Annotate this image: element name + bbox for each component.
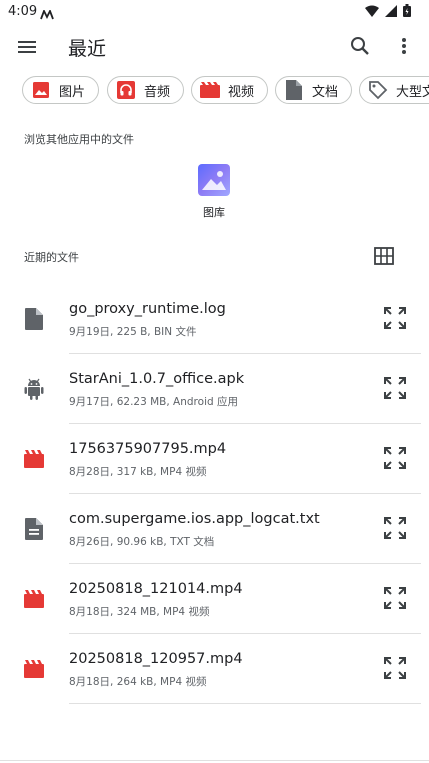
expand-icon [384, 657, 406, 679]
movie-icon [24, 448, 44, 470]
gallery-label: 图库 [203, 206, 225, 219]
file-meta: 8月18日, 324 MB, MP4 视频 [69, 606, 210, 618]
file-name: 1756375907795.mp4 [69, 441, 227, 457]
expand-button[interactable] [383, 656, 407, 680]
headphones-icon [116, 80, 136, 100]
android-icon [24, 378, 44, 400]
file-row[interactable]: com.supergame.ios.app_logcat.txt 8月26日, … [0, 494, 429, 564]
file-icon [24, 308, 44, 330]
chip-images[interactable]: 图片 [22, 76, 99, 104]
file-meta: 8月18日, 264 kB, MP4 视频 [69, 676, 207, 688]
movie-icon [200, 80, 220, 100]
notification-icon [40, 5, 54, 24]
grid-view-button[interactable] [374, 247, 394, 265]
status-icons [365, 4, 411, 17]
expand-button[interactable] [383, 306, 407, 330]
expand-icon [384, 307, 406, 329]
document-icon [284, 80, 304, 100]
gallery-app-button[interactable]: 图库 [190, 164, 238, 220]
recent-files-heading: 近期的文件 [24, 251, 79, 264]
chip-large-files[interactable]: 大型文 [359, 76, 429, 104]
file-row[interactable]: 1756375907795.mp4 8月28日, 317 kB, MP4 视频 [0, 424, 429, 494]
file-meta: 9月19日, 225 B, BIN 文件 [69, 326, 197, 338]
tag-icon [368, 80, 388, 100]
file-name: StarAni_1.0.7_office.apk [69, 371, 245, 387]
file-name: com.supergame.ios.app_logcat.txt [69, 511, 320, 527]
battery-icon [403, 4, 411, 17]
divider [69, 703, 421, 704]
expand-button[interactable] [383, 446, 407, 470]
search-button[interactable] [348, 34, 372, 58]
status-time: 4:09 [8, 4, 38, 19]
chip-label: 音频 [144, 84, 171, 100]
expand-icon [384, 377, 406, 399]
movie-icon [24, 658, 44, 680]
wifi-icon [365, 5, 379, 17]
more-options-button[interactable] [392, 34, 416, 58]
gallery-icon [198, 164, 230, 196]
expand-button[interactable] [383, 376, 407, 400]
grid-view-icon [374, 247, 394, 265]
file-name: go_proxy_runtime.log [69, 301, 226, 317]
movie-icon [24, 588, 44, 610]
more-vert-icon [402, 38, 406, 54]
file-meta: 9月17日, 62.23 MB, Android 应用 [69, 396, 238, 408]
chip-label: 文档 [312, 84, 339, 100]
file-meta: 8月26日, 90.96 kB, TXT 文档 [69, 536, 215, 548]
expand-icon [384, 447, 406, 469]
image-icon [31, 80, 51, 100]
chip-label: 大型文 [396, 84, 429, 100]
app-bar: 最近 [0, 24, 429, 70]
chip-videos[interactable]: 视频 [191, 76, 268, 104]
signal-icon [385, 4, 397, 17]
file-row[interactable]: 20250818_120957.mp4 8月18日, 264 kB, MP4 视… [0, 634, 429, 704]
page-title: 最近 [68, 38, 107, 60]
chip-label: 图片 [59, 84, 86, 100]
file-row[interactable]: StarAni_1.0.7_office.apk 9月17日, 62.23 MB… [0, 354, 429, 424]
chip-label: 视频 [228, 84, 255, 100]
search-icon [351, 37, 369, 55]
file-name: 20250818_120957.mp4 [69, 651, 243, 667]
file-name: 20250818_121014.mp4 [69, 581, 243, 597]
bottom-divider [0, 760, 429, 761]
chip-audio[interactable]: 音频 [107, 76, 184, 104]
text-file-icon [24, 518, 44, 540]
other-apps-heading: 浏览其他应用中的文件 [24, 133, 134, 146]
expand-icon [384, 517, 406, 539]
status-bar: 4:09 [0, 0, 429, 24]
expand-button[interactable] [383, 586, 407, 610]
file-row[interactable]: 20250818_121014.mp4 8月18日, 324 MB, MP4 视… [0, 564, 429, 634]
expand-icon [384, 587, 406, 609]
menu-icon [18, 41, 36, 53]
file-row[interactable]: go_proxy_runtime.log 9月19日, 225 B, BIN 文… [0, 284, 429, 354]
menu-button[interactable] [14, 36, 40, 58]
file-meta: 8月28日, 317 kB, MP4 视频 [69, 466, 207, 478]
expand-button[interactable] [383, 516, 407, 540]
chip-documents[interactable]: 文档 [275, 76, 352, 104]
